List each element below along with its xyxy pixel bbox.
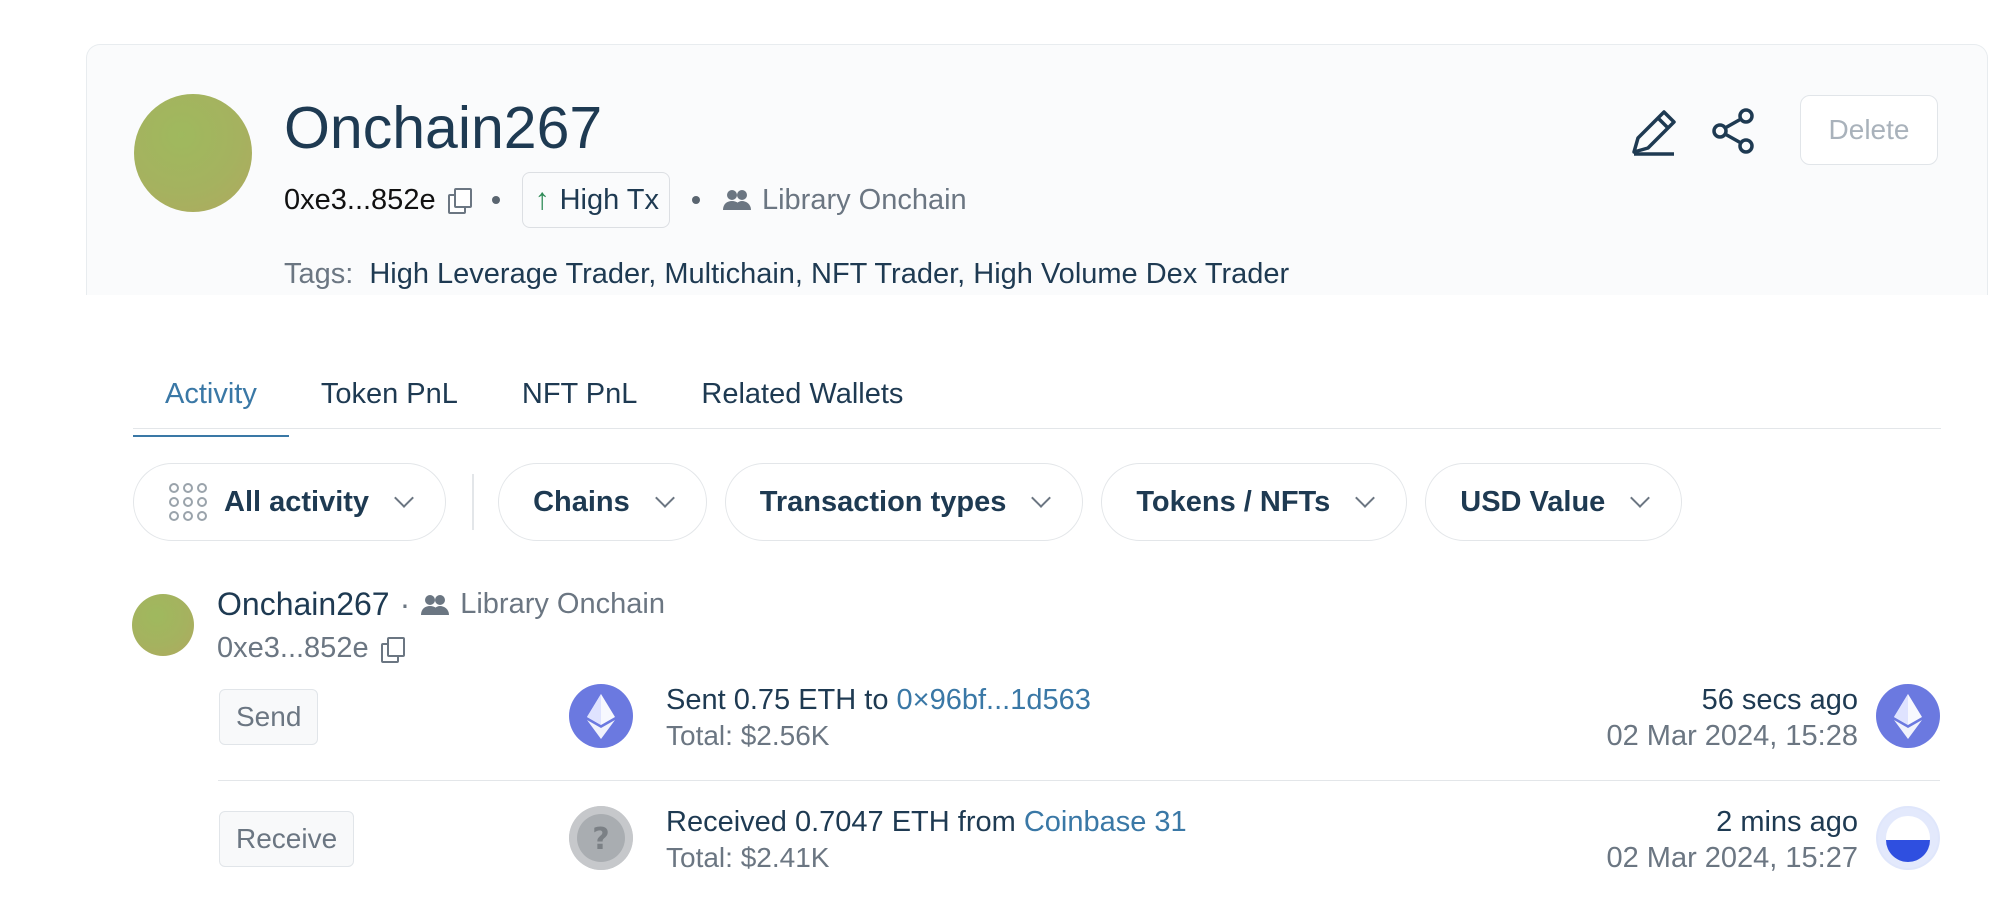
tx-time: 56 secs ago 02 Mar 2024, 15:28 <box>1606 682 1858 754</box>
profile-tags: Tags: High Leverage Trader, Multichain, … <box>284 258 1289 291</box>
separator-dot <box>691 196 700 204</box>
profile-address: 0xe3...852e <box>284 183 436 216</box>
tx-time-ago: 56 secs ago <box>1701 684 1858 716</box>
share-icon[interactable] <box>1712 108 1756 154</box>
usd-value-label: USD Value <box>1460 485 1606 518</box>
tx-datetime: 02 Mar 2024, 15:27 <box>1606 842 1858 874</box>
transaction-types-dropdown[interactable]: Transaction types <box>724 463 1084 541</box>
tab-nft-pnl[interactable]: NFT PnL <box>490 368 670 428</box>
feed-account-source: Library Onchain <box>420 588 665 621</box>
base-chain-icon <box>1876 806 1940 870</box>
tx-datetime: 02 Mar 2024, 15:28 <box>1606 720 1858 752</box>
chains-label: Chains <box>533 485 630 518</box>
all-activity-dropdown[interactable]: All activity <box>133 463 447 541</box>
tx-description: Received 0.7047 ETH from Coinbase 31 Tot… <box>666 804 1187 876</box>
eth-icon <box>569 684 633 748</box>
tx-type-badge: Receive <box>219 811 355 867</box>
tokens-nfts-label: Tokens / NFTs <box>1136 485 1331 518</box>
ethereum-chain-icon <box>1876 684 1940 748</box>
people-icon <box>722 190 751 210</box>
tab-bar: Activity Token PnL NFT PnL Related Walle… <box>133 368 1941 437</box>
chevron-down-icon <box>1031 488 1052 508</box>
profile-source[interactable]: Library Onchain <box>722 184 967 217</box>
profile-source-label: Library Onchain <box>761 183 967 216</box>
counterparty-link[interactable]: 0×96bf...1d563 <box>897 684 1091 716</box>
svg-text:?: ? <box>592 822 609 857</box>
tags-label: Tags: <box>284 258 354 290</box>
tx-text: Sent 0.75 ETH to <box>666 684 889 716</box>
feed-account-name[interactable]: Onchain267 <box>217 586 390 623</box>
delete-button[interactable]: Delete <box>1800 95 1938 165</box>
pencil-icon[interactable] <box>1628 108 1678 158</box>
profile-name: Onchain267 <box>284 95 603 161</box>
people-icon <box>421 594 450 615</box>
transaction-types-label: Transaction types <box>759 485 1007 518</box>
feed-account-line: Onchain267 · Library Onchain <box>217 586 665 623</box>
profile-meta-row: 0xe3...852e ↑ High Tx Library Onchain <box>284 172 967 228</box>
filter-bar: All activity Chains Transaction types To… <box>133 462 1700 542</box>
tx-time: 2 mins ago 02 Mar 2024, 15:27 <box>1606 804 1858 876</box>
tx-text: Received 0.7047 ETH from <box>666 806 1016 838</box>
tx-total: Total: $2.41K <box>666 842 830 873</box>
high-tx-badge: ↑ High Tx <box>521 172 670 228</box>
chevron-down-icon <box>1355 488 1376 508</box>
tx-description: Sent 0.75 ETH to 0×96bf...1d563 Total: $… <box>666 682 1091 754</box>
tx-total: Total: $2.56K <box>666 720 830 751</box>
tab-related-wallets[interactable]: Related Wallets <box>669 368 935 428</box>
tx-type-badge: Send <box>219 689 319 745</box>
separator: · <box>399 586 411 622</box>
chevron-down-icon <box>394 488 414 508</box>
tx-time-ago: 2 mins ago <box>1716 806 1858 838</box>
feed-avatar[interactable] <box>132 594 194 656</box>
feed-account-source-label: Library Onchain <box>460 588 665 620</box>
grid-icon <box>169 483 207 521</box>
arrow-up-icon: ↑ <box>534 183 550 216</box>
copy-icon[interactable] <box>379 636 405 663</box>
usd-value-dropdown[interactable]: USD Value <box>1425 463 1683 541</box>
tokens-nfts-dropdown[interactable]: Tokens / NFTs <box>1101 463 1408 541</box>
tab-activity[interactable]: Activity <box>133 368 289 437</box>
separator-dot <box>491 196 500 204</box>
transaction-row[interactable]: Send Sent 0.75 ETH to 0×96bf...1d563 Tot… <box>218 660 1940 781</box>
tags-list: High Leverage Trader, Multichain, NFT Tr… <box>369 258 1290 290</box>
chains-dropdown[interactable]: Chains <box>498 463 707 541</box>
divider <box>472 474 475 530</box>
tab-token-pnl[interactable]: Token PnL <box>289 368 490 428</box>
all-activity-label: All activity <box>224 485 370 518</box>
copy-icon[interactable] <box>446 188 472 214</box>
counterparty-link[interactable]: Coinbase 31 <box>1024 806 1187 838</box>
unknown-token-icon: ? <box>569 806 633 870</box>
profile-avatar <box>134 94 252 212</box>
chevron-down-icon <box>1630 488 1651 508</box>
chevron-down-icon <box>654 488 675 508</box>
transaction-row[interactable]: Receive ? Received 0.7047 ETH from Coinb… <box>218 782 1940 902</box>
high-tx-label: High Tx <box>559 183 659 216</box>
